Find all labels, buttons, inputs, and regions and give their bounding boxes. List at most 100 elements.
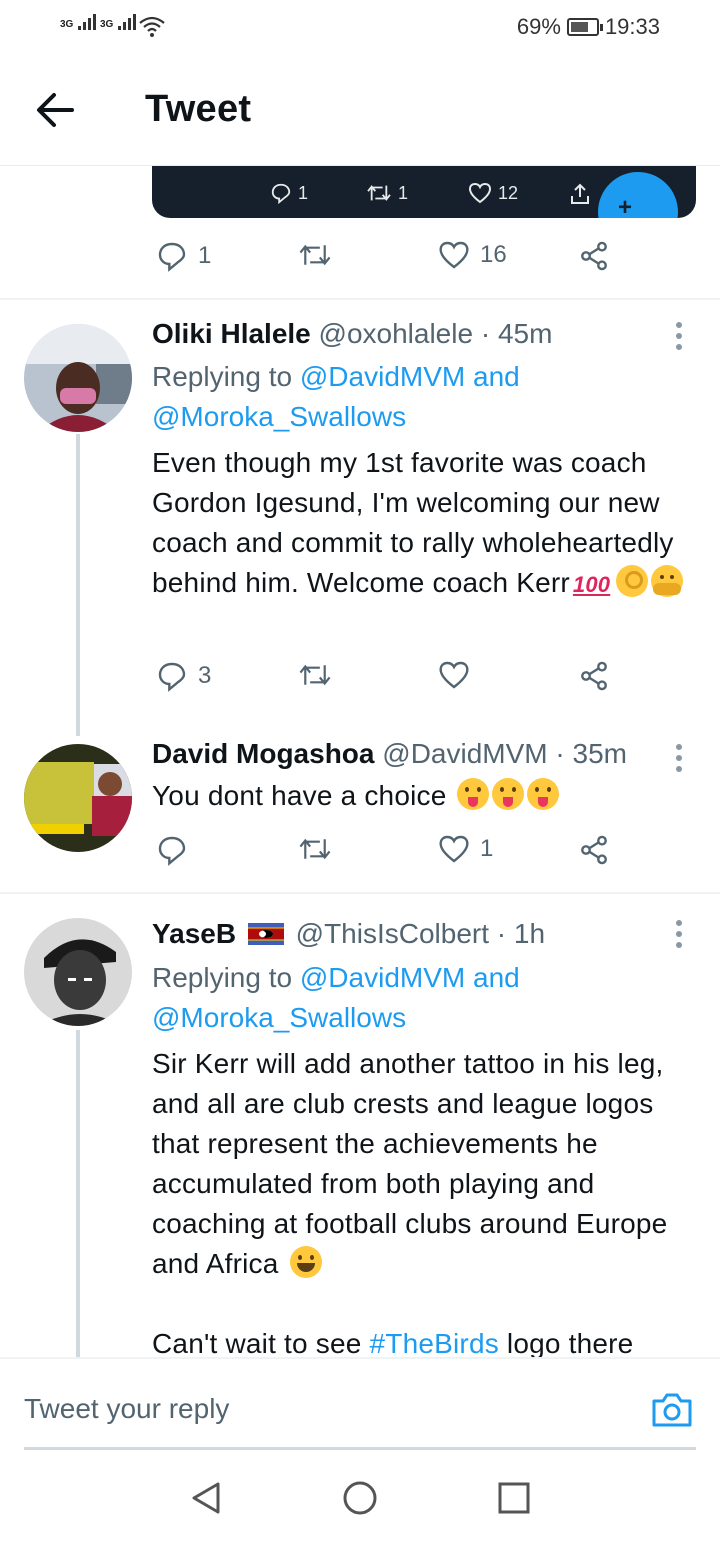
like-button[interactable]: 1 <box>438 834 493 864</box>
back-triangle-icon[interactable] <box>188 1480 224 1516</box>
heart-icon <box>439 661 469 689</box>
tweet-text: You dont have a choice <box>152 776 697 816</box>
retweet-button[interactable] <box>298 834 332 864</box>
eswatini-flag-emoji <box>247 923 284 945</box>
embedded-tweet-card[interactable]: 1 1 12 + <box>152 166 696 218</box>
retweet-button[interactable] <box>298 240 342 270</box>
mention-link[interactable]: @DavidMVM <box>300 962 465 993</box>
retweet-button[interactable] <box>298 660 332 690</box>
author-handle[interactable]: @DavidMVM <box>382 738 547 769</box>
laughing-face-emoji <box>289 1246 322 1278</box>
reply-icon <box>158 836 186 866</box>
tweet-actions: 1 <box>152 834 632 874</box>
hundred-points-emoji: 100 <box>572 572 611 597</box>
system-nav-bar <box>0 1450 720 1541</box>
more-options-icon[interactable] <box>676 744 684 774</box>
recents-square-icon[interactable] <box>496 1480 532 1516</box>
author-name[interactable]: Oliki Hlalele <box>152 318 311 349</box>
reply-count: 1 <box>198 242 212 269</box>
share-button[interactable] <box>578 660 610 692</box>
tweet-time: · 1h <box>496 918 546 949</box>
wifi-icon <box>138 14 166 43</box>
clock: 19:33 <box>604 14 660 39</box>
replying-prefix: Replying to <box>152 962 293 993</box>
author-name[interactable]: YaseB <box>152 918 236 949</box>
tongue-face-emoji <box>527 778 560 810</box>
main-tweet-actions: 1 16 <box>152 240 632 280</box>
tweet-header: Oliki Hlalele @oxohlalele · 45m <box>152 318 552 350</box>
author-handle[interactable]: @oxohlalele <box>319 318 474 349</box>
tweet-body-2: Can't wait to see <box>152 1328 362 1359</box>
heart-icon <box>439 241 469 269</box>
like-button[interactable] <box>438 660 470 690</box>
reply-button[interactable] <box>156 834 188 866</box>
avatar[interactable] <box>24 918 132 1026</box>
share-icon <box>581 661 607 691</box>
card-share-icon <box>568 182 592 206</box>
share-icon <box>581 241 607 271</box>
thread-line <box>76 1030 80 1360</box>
tweet-time: · 45m <box>480 318 553 349</box>
like-button[interactable]: 16 <box>438 240 507 270</box>
tweet-actions: 3 <box>152 660 632 700</box>
more-options-icon[interactable] <box>676 322 684 352</box>
hugging-face-emoji <box>650 565 683 597</box>
camera-icon[interactable] <box>650 1391 694 1429</box>
author-name[interactable]: David Mogashoa <box>152 738 374 769</box>
avatar[interactable] <box>24 744 132 852</box>
reply-icon <box>158 242 186 272</box>
divider <box>0 892 720 894</box>
network-type-2: 3G <box>100 19 114 30</box>
avatar[interactable] <box>24 324 132 432</box>
share-button[interactable] <box>578 834 610 866</box>
tweet-text: Sir Kerr will add another tattoo in his … <box>152 1044 697 1284</box>
retweet-icon <box>299 664 331 686</box>
tweet-header: David Mogashoa @DavidMVM · 35m <box>152 738 627 770</box>
reply-count: 3 <box>198 662 212 689</box>
more-options-icon[interactable] <box>676 920 684 950</box>
cellular-signal-icon: 3G <box>100 14 137 30</box>
reply-icon <box>271 183 291 204</box>
mention-link[interactable]: @Moroka_Swallows <box>152 1002 406 1033</box>
tweet-body: You dont have a choice <box>152 780 447 811</box>
reply-input[interactable]: Tweet your reply <box>24 1393 229 1425</box>
mention-and: and <box>473 361 520 392</box>
replying-to: Replying to @DavidMVM and @Moroka_Swallo… <box>152 958 692 1038</box>
network-type-1: 3G <box>60 19 74 30</box>
battery-icon <box>566 18 603 36</box>
back-arrow-icon[interactable] <box>34 90 78 130</box>
card-retweet-count: 1 <box>398 182 409 203</box>
card-like-count: 12 <box>498 182 519 203</box>
app-header: Tweet <box>0 56 720 166</box>
mention-and: and <box>473 962 520 993</box>
mention-link[interactable]: @Moroka_Swallows <box>152 401 406 432</box>
reply-button[interactable]: 1 <box>156 240 211 272</box>
replying-prefix: Replying to <box>152 361 293 392</box>
reply-icon <box>158 662 186 692</box>
retweet-icon <box>367 185 391 201</box>
like-count: 16 <box>480 241 507 268</box>
home-circle-icon[interactable] <box>342 1480 378 1516</box>
card-retweet-stat: 1 <box>366 182 408 204</box>
battery-percent: 69% <box>516 14 561 39</box>
like-count: 1 <box>480 835 494 862</box>
cellular-signal-icon: 3G <box>60 14 97 30</box>
tweet-body-2-suffix: logo there <box>506 1328 634 1359</box>
share-button[interactable] <box>578 240 610 272</box>
retweet-icon <box>299 838 331 860</box>
reply-button[interactable]: 3 <box>156 660 211 692</box>
hashtag-link[interactable]: #TheBirds <box>370 1328 499 1359</box>
tongue-face-emoji <box>492 778 525 810</box>
tweet-header: YaseB @ThisIsColbert · 1h <box>152 918 545 950</box>
retweet-icon <box>299 244 331 266</box>
share-icon <box>581 835 607 865</box>
reply-composer: Tweet your reply <box>0 1357 720 1450</box>
card-reply-stat: 1 <box>270 182 308 204</box>
mention-link[interactable]: @DavidMVM <box>300 361 465 392</box>
heart-icon <box>468 182 492 204</box>
author-handle[interactable]: @ThisIsColbert <box>296 918 489 949</box>
card-reply-count: 1 <box>298 182 309 203</box>
tongue-face-emoji <box>457 778 490 810</box>
card-like-stat: 12 <box>468 182 518 204</box>
divider <box>0 298 720 300</box>
